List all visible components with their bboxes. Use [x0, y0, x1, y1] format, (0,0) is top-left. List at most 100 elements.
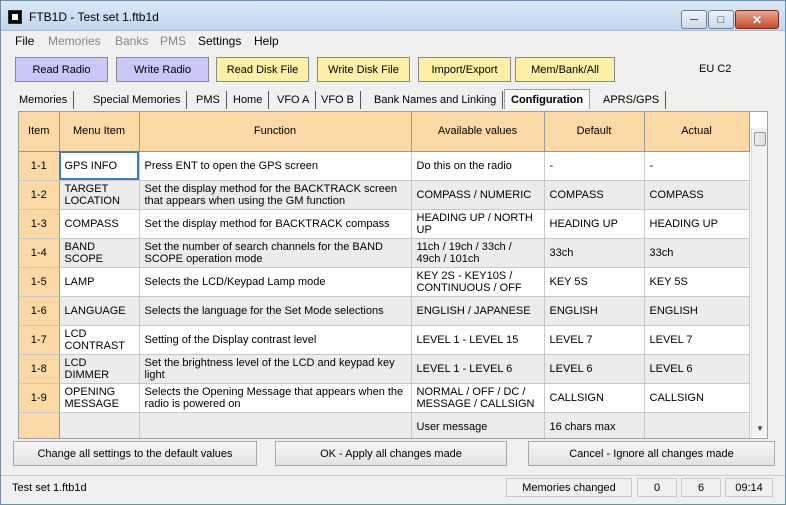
minimize-button[interactable]: ─ [681, 10, 707, 29]
table-row[interactable]: 1-7 LCD CONTRAST Setting of the Display … [19, 325, 750, 355]
table-row[interactable]: 1-9 OPENING MESSAGE Selects the Opening … [19, 383, 750, 413]
default-cell: CALLSIGN [544, 383, 645, 413]
default-cell: - [544, 151, 645, 181]
tab-vfo-a[interactable]: VFO A [271, 91, 317, 109]
actual-cell[interactable]: ENGLISH [644, 296, 750, 326]
default-cell: HEADING UP [544, 209, 645, 239]
table-row[interactable]: 1-2 TARGET LOCATION Set the display meth… [19, 180, 750, 210]
scroll-thumb[interactable] [754, 132, 766, 146]
ok-button[interactable]: OK - Apply all changes made [275, 441, 507, 466]
scroll-down-button[interactable]: ▼ [752, 420, 768, 436]
table-row[interactable]: 1-1 GPS INFO Press ENT to open the GPS s… [19, 151, 750, 181]
menu-item-cell[interactable]: LANGUAGE [59, 296, 140, 326]
actual-cell[interactable]: LEVEL 6 [644, 354, 750, 384]
menu-settings[interactable]: Settings [198, 34, 241, 48]
actual-cell[interactable]: KEY 5S [644, 267, 750, 297]
menu-banks[interactable]: Banks [115, 34, 148, 48]
tab-aprs-gps[interactable]: APRS/GPS [597, 91, 667, 109]
menu-item-cell[interactable]: BAND SCOPE [59, 238, 140, 268]
table-row[interactable]: 1-4 BAND SCOPE Set the number of search … [19, 238, 750, 268]
function-cell: Set the brightness level of the LCD and … [139, 354, 412, 384]
function-cell [139, 412, 412, 438]
actual-cell[interactable]: - [644, 151, 750, 181]
column-header-default[interactable]: Default [544, 112, 645, 152]
menu-item-cell[interactable]: GPS INFO [59, 151, 140, 181]
chevron-down-icon: ▼ [756, 423, 764, 433]
status-changed: Memories changed [506, 478, 632, 497]
menu-item-cell[interactable] [59, 412, 140, 438]
column-header-function[interactable]: Function [139, 112, 412, 152]
menu-item-cell[interactable]: LCD DIMMER [59, 354, 140, 384]
menu-item-cell[interactable]: LCD CONTRAST [59, 325, 140, 355]
table-row[interactable]: User message 16 chars max [19, 412, 750, 438]
read-radio-button[interactable]: Read Radio [15, 57, 108, 82]
tab-memories[interactable]: Memories [13, 91, 75, 109]
tab-special-memories[interactable]: Special Memories [87, 91, 188, 109]
import-export-button[interactable]: Import/Export [418, 57, 511, 82]
actual-cell[interactable] [644, 412, 750, 438]
item-cell: 1-2 [19, 180, 60, 210]
close-icon: ✕ [751, 12, 763, 27]
mem-bank-all-button[interactable]: Mem/Bank/All [515, 57, 615, 82]
defaults-button[interactable]: Change all settings to the default value… [13, 441, 257, 466]
menu-file[interactable]: File [15, 34, 34, 48]
write-radio-button[interactable]: Write Radio [116, 57, 209, 82]
item-cell: 1-6 [19, 296, 60, 326]
write-disk-file-button[interactable]: Write Disk File [317, 57, 410, 82]
close-button[interactable]: ✕ [735, 10, 779, 29]
menu-bar: File Memories Banks PMS Settings Help [1, 32, 785, 50]
region-label: EU C2 [699, 63, 732, 75]
actual-cell[interactable]: COMPASS [644, 180, 750, 210]
menu-item-cell[interactable]: OPENING MESSAGE [59, 383, 140, 413]
actual-cell[interactable]: 33ch [644, 238, 750, 268]
function-cell: Press ENT to open the GPS screen [139, 151, 412, 181]
tab-vfo-b[interactable]: VFO B [315, 91, 362, 109]
available-values-cell: ENGLISH / JAPANESE [411, 296, 545, 326]
table-row[interactable]: 1-8 LCD DIMMER Set the brightness level … [19, 354, 750, 384]
read-disk-file-button[interactable]: Read Disk File [216, 57, 309, 82]
title-bar[interactable]: FTB1D - Test set 1.ftb1d ─ □ ✕ [1, 1, 785, 31]
tab-pms[interactable]: PMS [190, 91, 227, 109]
table-row[interactable]: 1-6 LANGUAGE Selects the language for th… [19, 296, 750, 326]
column-header-actual[interactable]: Actual [644, 112, 750, 152]
column-header-menu-item[interactable]: Menu Item [59, 112, 140, 152]
app-window: FTB1D - Test set 1.ftb1d ─ □ ✕ File Memo… [0, 0, 786, 505]
menu-item-cell[interactable]: TARGET LOCATION [59, 180, 140, 210]
actual-cell[interactable]: HEADING UP [644, 209, 750, 239]
tab-configuration[interactable]: Configuration [504, 89, 591, 109]
app-icon [8, 10, 22, 24]
tab-strip: Memories Special Memories PMS Home VFO A… [13, 89, 783, 109]
status-filename: Test set 1.ftb1d [12, 481, 87, 494]
tab-bank-names-and-linking[interactable]: Bank Names and Linking [368, 91, 504, 109]
configuration-table: Item Menu Item Function Available values… [19, 112, 750, 438]
vertical-scrollbar[interactable]: ▼ [751, 128, 767, 437]
column-header-available-values[interactable]: Available values [411, 112, 545, 152]
table-row[interactable]: 1-5 LAMP Selects the LCD/Keypad Lamp mod… [19, 267, 750, 297]
tab-home[interactable]: Home [227, 91, 270, 109]
status-count-a: 0 [637, 478, 677, 497]
configuration-grid: Item Menu Item Function Available values… [18, 111, 768, 439]
menu-help[interactable]: Help [254, 34, 279, 48]
menu-item-cell[interactable]: COMPASS [59, 209, 140, 239]
function-cell: Set the number of search channels for th… [139, 238, 412, 268]
cancel-button[interactable]: Cancel - Ignore all changes made [528, 441, 775, 466]
action-buttons: Change all settings to the default value… [13, 441, 775, 467]
item-cell: 1-5 [19, 267, 60, 297]
table-row[interactable]: 1-3 COMPASS Set the display method for B… [19, 209, 750, 239]
default-cell: ENGLISH [544, 296, 645, 326]
default-cell: KEY 5S [544, 267, 645, 297]
default-cell: 16 chars max [544, 412, 645, 438]
default-cell: 33ch [544, 238, 645, 268]
menu-pms[interactable]: PMS [160, 34, 186, 48]
available-values-cell: User message [411, 412, 545, 438]
actual-cell[interactable]: LEVEL 7 [644, 325, 750, 355]
item-cell: 1-9 [19, 383, 60, 413]
function-cell: Set the display method for the BACKTRACK… [139, 180, 412, 210]
actual-cell[interactable]: CALLSIGN [644, 383, 750, 413]
function-cell: Selects the language for the Set Mode se… [139, 296, 412, 326]
available-values-cell: KEY 2S - KEY10S / CONTINUOUS / OFF [411, 267, 545, 297]
menu-item-cell[interactable]: LAMP [59, 267, 140, 297]
maximize-button[interactable]: □ [708, 10, 734, 29]
menu-memories[interactable]: Memories [48, 34, 101, 48]
column-header-item[interactable]: Item [19, 112, 60, 152]
